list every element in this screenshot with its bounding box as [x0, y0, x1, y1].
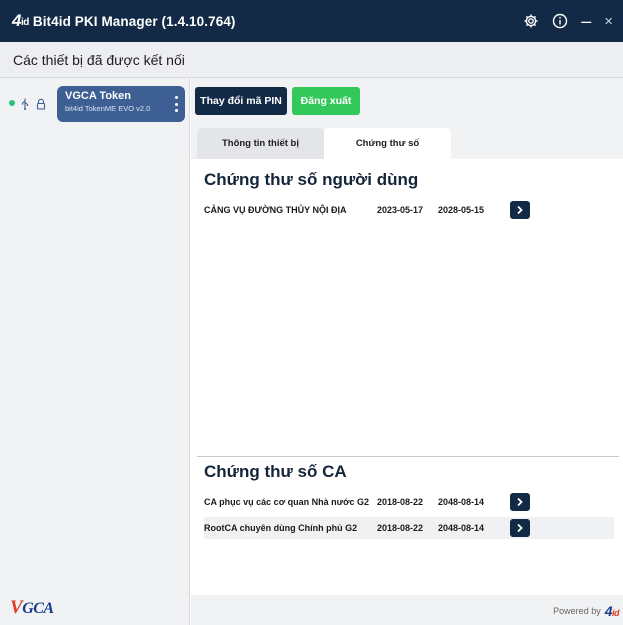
- section-divider: [197, 456, 619, 457]
- table-row: CA phục vụ các cơ quan Nhà nước G2 2018-…: [204, 491, 614, 513]
- cert-valid-from: 2018-08-22: [377, 497, 424, 507]
- bit4id-logo: 4id: [604, 603, 620, 619]
- info-icon[interactable]: [552, 11, 568, 31]
- change-pin-button[interactable]: Thay đổi mã PIN: [195, 87, 287, 115]
- ca-certs-title: Chứng thư số CA: [204, 462, 347, 481]
- close-icon[interactable]: ×: [604, 11, 613, 31]
- app-logo: 4id: [12, 11, 29, 30]
- window-controls: – ×: [523, 0, 613, 42]
- cert-name: CA phục vụ các cơ quan Nhà nước G2: [204, 497, 370, 507]
- device-list-item[interactable]: VGCA Token bit4id TokenME EVO v2.0: [0, 86, 190, 122]
- cert-valid-to: 2028-05-15: [438, 205, 485, 215]
- cert-valid-to: 2048-08-14: [438, 497, 485, 507]
- tab-certificates[interactable]: Chứng thư số: [324, 128, 451, 159]
- vgca-logo: VGCA: [10, 597, 54, 618]
- logout-button[interactable]: Đăng xuất: [292, 87, 360, 115]
- token-model: bit4id TokenME EVO v2.0: [65, 104, 151, 113]
- window-title: Bit4id PKI Manager (1.4.10.764): [32, 13, 236, 29]
- cert-name: CẢNG VỤ ĐƯỜNG THỦY NỘI ĐỊA: [204, 205, 347, 215]
- main-content: Thay đổi mã PIN Đăng xuất Thông tin thiế…: [191, 78, 623, 625]
- cert-valid-from: 2018-08-22: [377, 523, 424, 533]
- connected-devices-header: Các thiết bị đã được kết nối: [0, 42, 623, 78]
- connected-devices-title: Các thiết bị đã được kết nối: [13, 51, 185, 68]
- title-bar: 4id Bit4id PKI Manager (1.4.10.764) – ×: [0, 0, 623, 42]
- chevron-right-icon[interactable]: [510, 493, 530, 511]
- cert-valid-to: 2048-08-14: [438, 523, 485, 533]
- lock-icon: [36, 97, 46, 110]
- powered-by-label: Powered by: [553, 606, 601, 616]
- device-sidebar: VGCA Token bit4id TokenME EVO v2.0 VGCA: [0, 78, 190, 625]
- token-card[interactable]: VGCA Token bit4id TokenME EVO v2.0: [57, 86, 185, 122]
- table-row: CẢNG VỤ ĐƯỜNG THỦY NỘI ĐỊA 2023-05-17 20…: [204, 199, 614, 221]
- footer: Powered by 4id: [191, 597, 623, 625]
- kebab-menu-icon[interactable]: [171, 94, 181, 114]
- chevron-right-icon[interactable]: [510, 519, 530, 537]
- connected-status-dot: [9, 100, 15, 106]
- minimize-icon[interactable]: –: [581, 11, 591, 31]
- cert-name: RootCA chuyên dùng Chính phủ G2: [204, 523, 358, 533]
- table-row: RootCA chuyên dùng Chính phủ G2 2018-08-…: [204, 517, 614, 539]
- chevron-right-icon[interactable]: [510, 201, 530, 219]
- gear-icon[interactable]: [523, 11, 539, 31]
- user-certs-title: Chứng thư số người dùng: [204, 170, 419, 189]
- certificates-panel: Chứng thư số người dùng CẢNG VỤ ĐƯỜNG TH…: [191, 159, 623, 595]
- tab-device-info[interactable]: Thông tin thiết bị: [197, 128, 324, 159]
- usb-icon: [20, 97, 30, 110]
- cert-valid-from: 2023-05-17: [377, 205, 424, 215]
- token-name: VGCA Token: [65, 90, 132, 102]
